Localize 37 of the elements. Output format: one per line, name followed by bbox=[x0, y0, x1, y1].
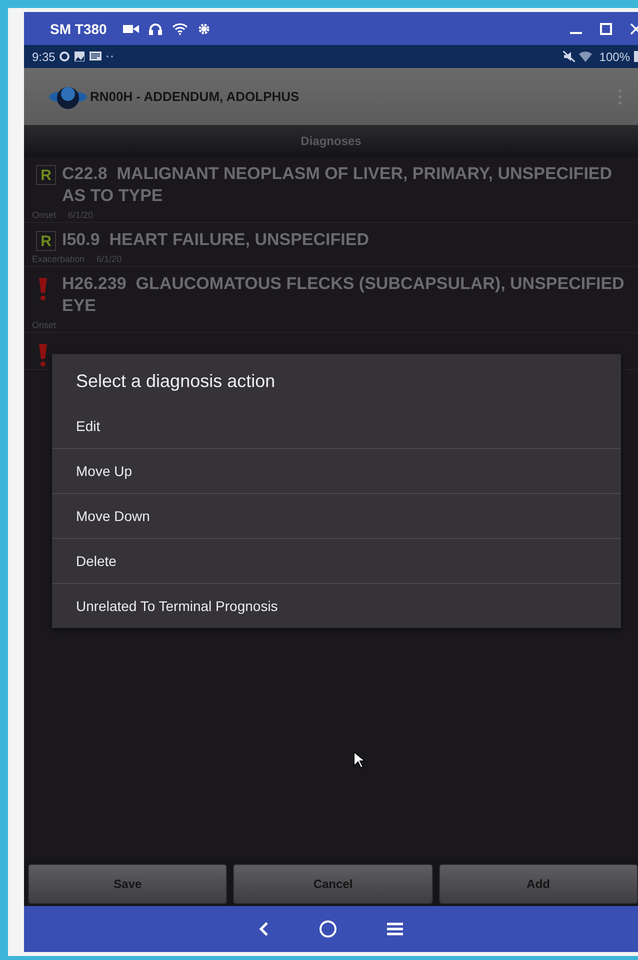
patient-title: RN00H - ADDENDUM, ADOLPHUS bbox=[90, 89, 300, 104]
back-icon[interactable] bbox=[259, 922, 269, 936]
settings-icon bbox=[198, 22, 210, 34]
r-badge: R bbox=[36, 231, 56, 251]
window-title: SM T380 bbox=[50, 20, 107, 36]
headphones-icon bbox=[148, 22, 162, 34]
action-button[interactable]: Cancel bbox=[233, 864, 433, 904]
battery-icon bbox=[634, 51, 638, 62]
battery-level: 100% bbox=[599, 50, 630, 64]
maximize-icon[interactable] bbox=[600, 22, 612, 34]
diagnosis-title[interactable]: I50.9 HEART FAILURE, UNSPECIFIED bbox=[62, 229, 369, 251]
status-time: 9:35 bbox=[32, 50, 56, 64]
home-icon[interactable] bbox=[319, 920, 337, 938]
mute-icon bbox=[563, 51, 576, 62]
exclamation-icon bbox=[38, 343, 48, 367]
exclamation-icon bbox=[38, 277, 48, 301]
menu-item[interactable]: Delete bbox=[52, 539, 621, 584]
cursor-icon bbox=[353, 751, 365, 769]
close-icon[interactable] bbox=[630, 22, 638, 34]
more-dots-icon bbox=[106, 55, 114, 58]
menu-item[interactable]: Move Down bbox=[52, 494, 621, 539]
video-camera-icon bbox=[122, 24, 139, 34]
r-badge: R bbox=[36, 165, 56, 185]
image-icon bbox=[74, 51, 86, 62]
section-title: Diagnoses bbox=[300, 134, 362, 148]
dialog-title: Select a diagnosis action bbox=[75, 370, 276, 393]
action-button[interactable]: Add bbox=[438, 864, 638, 904]
menu-item[interactable]: Unrelated To Terminal Prognosis bbox=[52, 584, 621, 628]
diagnosis-title[interactable]: C22.8 MALIGNANT NEOPLASM OF LIVER, PRIMARY, UNSPECIFIED AS TO TYPE bbox=[62, 163, 630, 207]
menu-item[interactable]: Edit bbox=[52, 404, 621, 449]
wifi-icon bbox=[172, 22, 188, 34]
wifi-icon bbox=[579, 51, 592, 62]
message-icon bbox=[89, 51, 102, 62]
menu-item[interactable]: Move Up bbox=[52, 449, 621, 494]
diagnosis-title[interactable]: H26.239 GLAUCOMATOUS FLECKS (SUBCAPSULAR), UNSPECIFIED EYE bbox=[62, 273, 630, 317]
menu-icon[interactable] bbox=[387, 922, 403, 936]
action-button[interactable]: Save bbox=[28, 864, 228, 904]
